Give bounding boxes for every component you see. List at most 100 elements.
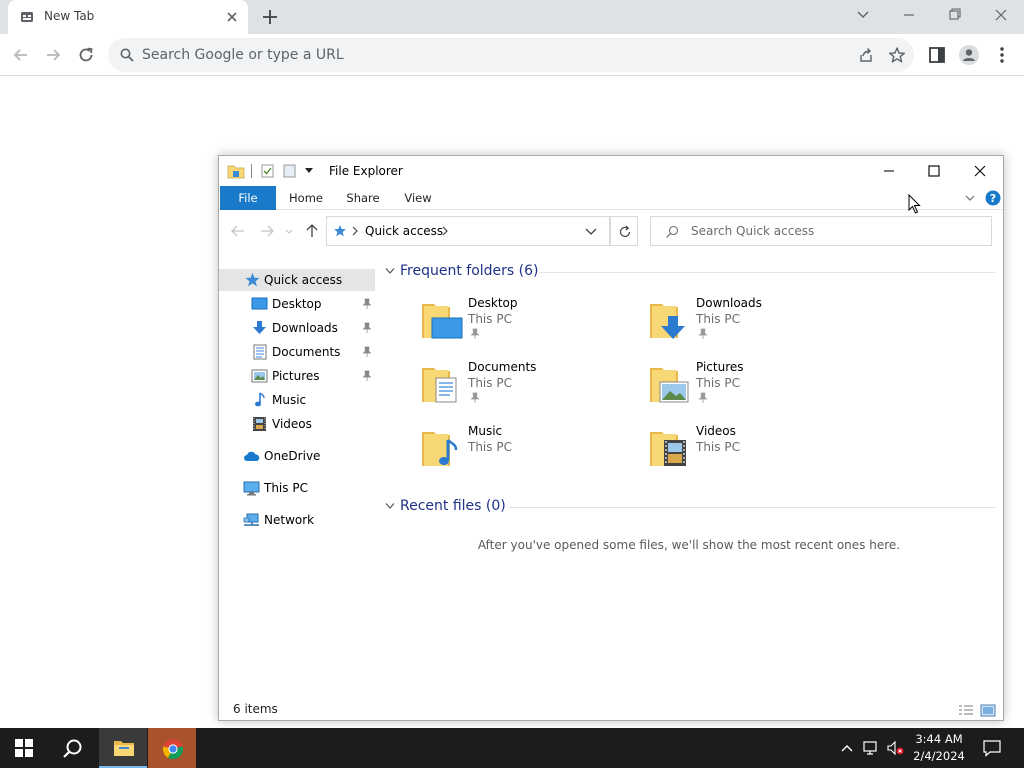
refresh-icon — [619, 225, 631, 238]
action-center-icon[interactable] — [982, 739, 1002, 757]
taskbar-google-chrome[interactable] — [148, 728, 196, 768]
windows-taskbar: 3:44 AM 2/4/2024 — [0, 728, 1024, 768]
recent-locations-chevron-icon[interactable] — [285, 223, 293, 239]
reload-icon[interactable] — [75, 44, 97, 66]
cloud-icon — [244, 451, 260, 461]
folder-tile-videos[interactable]: Videos This PC — [648, 424, 848, 480]
back-arrow-icon[interactable] — [10, 44, 32, 66]
new-tab-plus-icon[interactable] — [258, 6, 282, 28]
folder-tile-desktop[interactable]: Desktop This PC — [420, 296, 620, 352]
minimize-icon[interactable] — [896, 4, 922, 26]
nav-label: Quick access — [264, 273, 343, 287]
side-panel-icon[interactable] — [926, 44, 948, 66]
file-explorer-folder-icon — [114, 741, 134, 756]
volume-muted-icon[interactable] — [886, 740, 904, 756]
taskbar-file-explorer[interactable] — [99, 728, 147, 768]
address-dropdown-icon[interactable] — [585, 228, 597, 236]
ribbon-tab-file[interactable]: File — [220, 186, 276, 210]
ribbon-tab-share[interactable]: Share — [339, 186, 387, 210]
nav-label: Network — [264, 513, 315, 527]
nav-item-desktop[interactable]: Desktop — [219, 293, 375, 315]
details-view-icon[interactable] — [958, 704, 974, 717]
network-icon — [243, 513, 259, 526]
show-hidden-icons-chevron-icon[interactable] — [838, 740, 856, 756]
close-tab-icon[interactable] — [224, 9, 240, 25]
download-arrow-icon — [253, 321, 266, 334]
forward-arrow-icon[interactable] — [42, 44, 64, 66]
system-clock[interactable]: 3:44 AM 2/4/2024 — [906, 731, 972, 765]
folder-tile-documents[interactable]: Documents This PC — [420, 360, 620, 416]
pin-icon — [470, 328, 480, 339]
refresh-button[interactable] — [610, 216, 638, 246]
folder-name: Desktop — [468, 296, 518, 310]
customize-toolbar-dropdown-icon[interactable] — [305, 168, 313, 174]
explorer-title-bar[interactable]: File Explorer — [219, 156, 1003, 186]
frequent-folders-group-header[interactable]: Frequent folders (6) — [383, 262, 995, 282]
item-count: 6 items — [233, 702, 278, 716]
search-quick-access-input[interactable]: Search Quick access — [650, 216, 992, 246]
status-bar: 6 items — [219, 702, 1003, 720]
help-icon[interactable]: ? — [985, 190, 1001, 206]
bookmark-star-icon[interactable] — [888, 46, 906, 64]
close-window-icon[interactable] — [988, 4, 1014, 26]
explorer-address-row: Quick access Search Quick access — [219, 210, 1003, 252]
restore-icon[interactable] — [942, 4, 968, 26]
explorer-close-icon[interactable] — [965, 160, 995, 182]
pin-icon — [470, 392, 480, 403]
kebab-menu-icon[interactable] — [991, 44, 1013, 66]
file-explorer-window: File Explorer File Home Share View ? Qui… — [218, 155, 1004, 721]
clock-time: 3:44 AM — [915, 732, 963, 746]
documents-folder-icon — [422, 368, 457, 403]
explorer-minimize-icon[interactable] — [874, 160, 904, 182]
new-folder-icon[interactable] — [283, 164, 296, 178]
explorer-back-icon[interactable] — [230, 223, 246, 239]
expand-ribbon-chevron-icon[interactable] — [965, 194, 975, 202]
omnibox[interactable]: Search Google or type a URL — [108, 38, 914, 72]
nav-item-network[interactable]: Network — [219, 509, 375, 531]
network-status-icon[interactable] — [862, 740, 880, 756]
search-button[interactable] — [48, 728, 96, 768]
breadcrumb-quick-access[interactable]: Quick access — [365, 224, 443, 238]
address-bar[interactable]: Quick access — [326, 216, 610, 246]
folder-location: This PC — [696, 312, 740, 326]
collapse-chevron-icon — [385, 268, 395, 274]
folder-location: This PC — [696, 440, 740, 454]
search-icon — [120, 48, 134, 62]
nav-item-downloads[interactable]: Downloads — [219, 317, 375, 339]
nav-item-pictures[interactable]: Pictures — [219, 365, 375, 387]
ribbon-tab-home[interactable]: Home — [281, 186, 331, 210]
explorer-maximize-icon[interactable] — [919, 160, 949, 182]
tab-search-chevron-icon[interactable] — [850, 4, 876, 26]
up-arrow-icon[interactable] — [304, 223, 320, 239]
nav-item-onedrive[interactable]: OneDrive — [219, 445, 375, 467]
pin-icon — [362, 346, 372, 357]
large-icons-view-icon[interactable] — [980, 704, 996, 717]
chrome-logo-icon — [162, 738, 184, 760]
folder-location: This PC — [468, 312, 512, 326]
browser-tab[interactable]: New Tab — [8, 0, 248, 34]
quick-access-star-icon — [334, 225, 346, 237]
nav-item-music[interactable]: Music — [219, 389, 375, 411]
browser-toolbar: Search Google or type a URL — [0, 34, 1024, 76]
recent-files-group-header[interactable]: Recent files (0) — [383, 497, 995, 517]
folder-tile-music[interactable]: Music This PC — [420, 424, 620, 480]
breadcrumb-next-icon[interactable] — [441, 225, 449, 237]
nav-item-quick-access[interactable]: Quick access — [219, 269, 375, 291]
folder-tile-downloads[interactable]: Downloads This PC — [648, 296, 848, 352]
share-icon[interactable] — [858, 47, 874, 63]
folder-tile-pictures[interactable]: Pictures This PC — [648, 360, 848, 416]
explorer-forward-icon[interactable] — [259, 223, 275, 239]
nav-item-this-pc[interactable]: This PC — [219, 477, 375, 499]
properties-icon[interactable] — [261, 164, 274, 178]
profile-avatar-icon[interactable] — [958, 44, 980, 66]
explorer-window-title: File Explorer — [329, 164, 403, 178]
nav-item-videos[interactable]: Videos — [219, 413, 375, 435]
new-tab-favicon-icon — [21, 12, 33, 22]
ribbon-tab-view[interactable]: View — [395, 186, 441, 210]
breadcrumb-separator-icon[interactable] — [351, 225, 359, 237]
nav-item-documents[interactable]: Documents — [219, 341, 375, 363]
start-button[interactable] — [0, 728, 48, 768]
desktop-icon — [251, 297, 268, 310]
search-icon — [666, 225, 679, 238]
group-divider — [509, 507, 995, 508]
